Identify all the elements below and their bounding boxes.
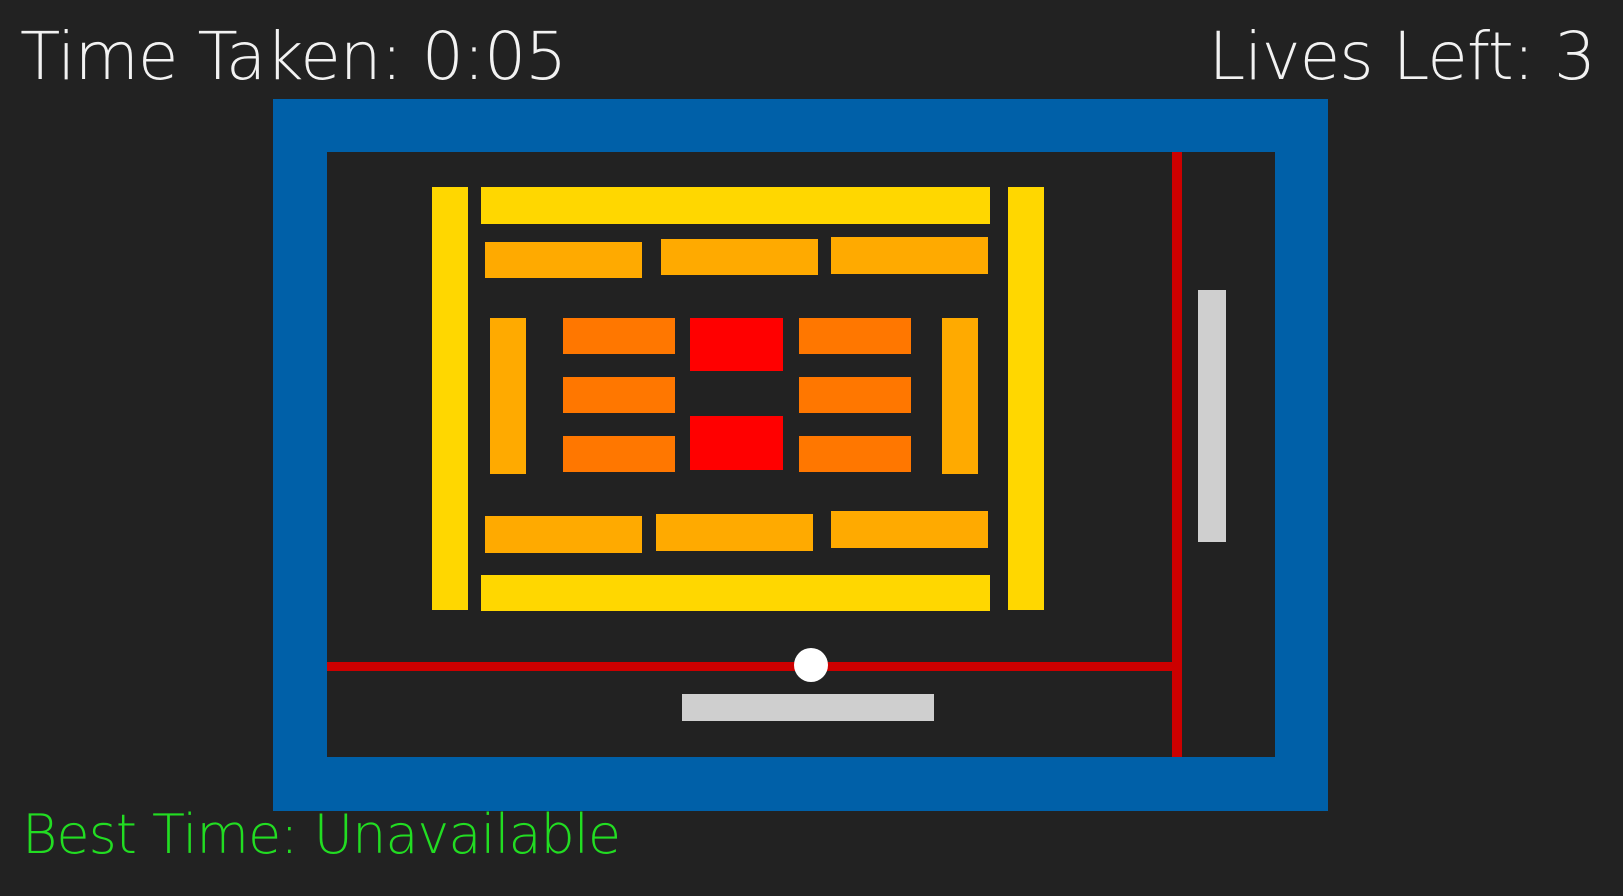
brick-amber-bottom-1 <box>485 516 642 553</box>
brick-orange-left-2 <box>563 377 675 413</box>
brick-yellow-right <box>1008 187 1044 610</box>
paddle-bottom[interactable] <box>682 694 934 721</box>
brick-yellow-top <box>481 187 990 224</box>
boundary-line-horizontal <box>327 662 1175 671</box>
brick-orange-right-3 <box>799 436 911 472</box>
brick-red-top <box>690 318 783 371</box>
brick-yellow-bottom <box>481 575 990 611</box>
ball <box>794 648 828 682</box>
boundary-line-vertical <box>1172 152 1182 757</box>
brick-orange-left-3 <box>563 436 675 472</box>
game-board[interactable] <box>0 0 1623 896</box>
brick-orange-right-2 <box>799 377 911 413</box>
brick-amber-top-3 <box>831 237 988 274</box>
brick-orange-left-1 <box>563 318 675 354</box>
paddle-right[interactable] <box>1198 290 1226 542</box>
best-time-label: Best Time: Unavailable <box>22 803 621 866</box>
brick-amber-bottom-2 <box>656 514 813 551</box>
brick-amber-left <box>490 318 526 474</box>
brick-orange-right-1 <box>799 318 911 354</box>
brick-amber-right <box>942 318 978 474</box>
brick-amber-top-1 <box>485 242 642 278</box>
brick-amber-bottom-3 <box>831 511 988 548</box>
brick-red-bottom <box>690 416 783 470</box>
brick-amber-top-2 <box>661 239 818 275</box>
brick-yellow-left <box>432 187 468 610</box>
